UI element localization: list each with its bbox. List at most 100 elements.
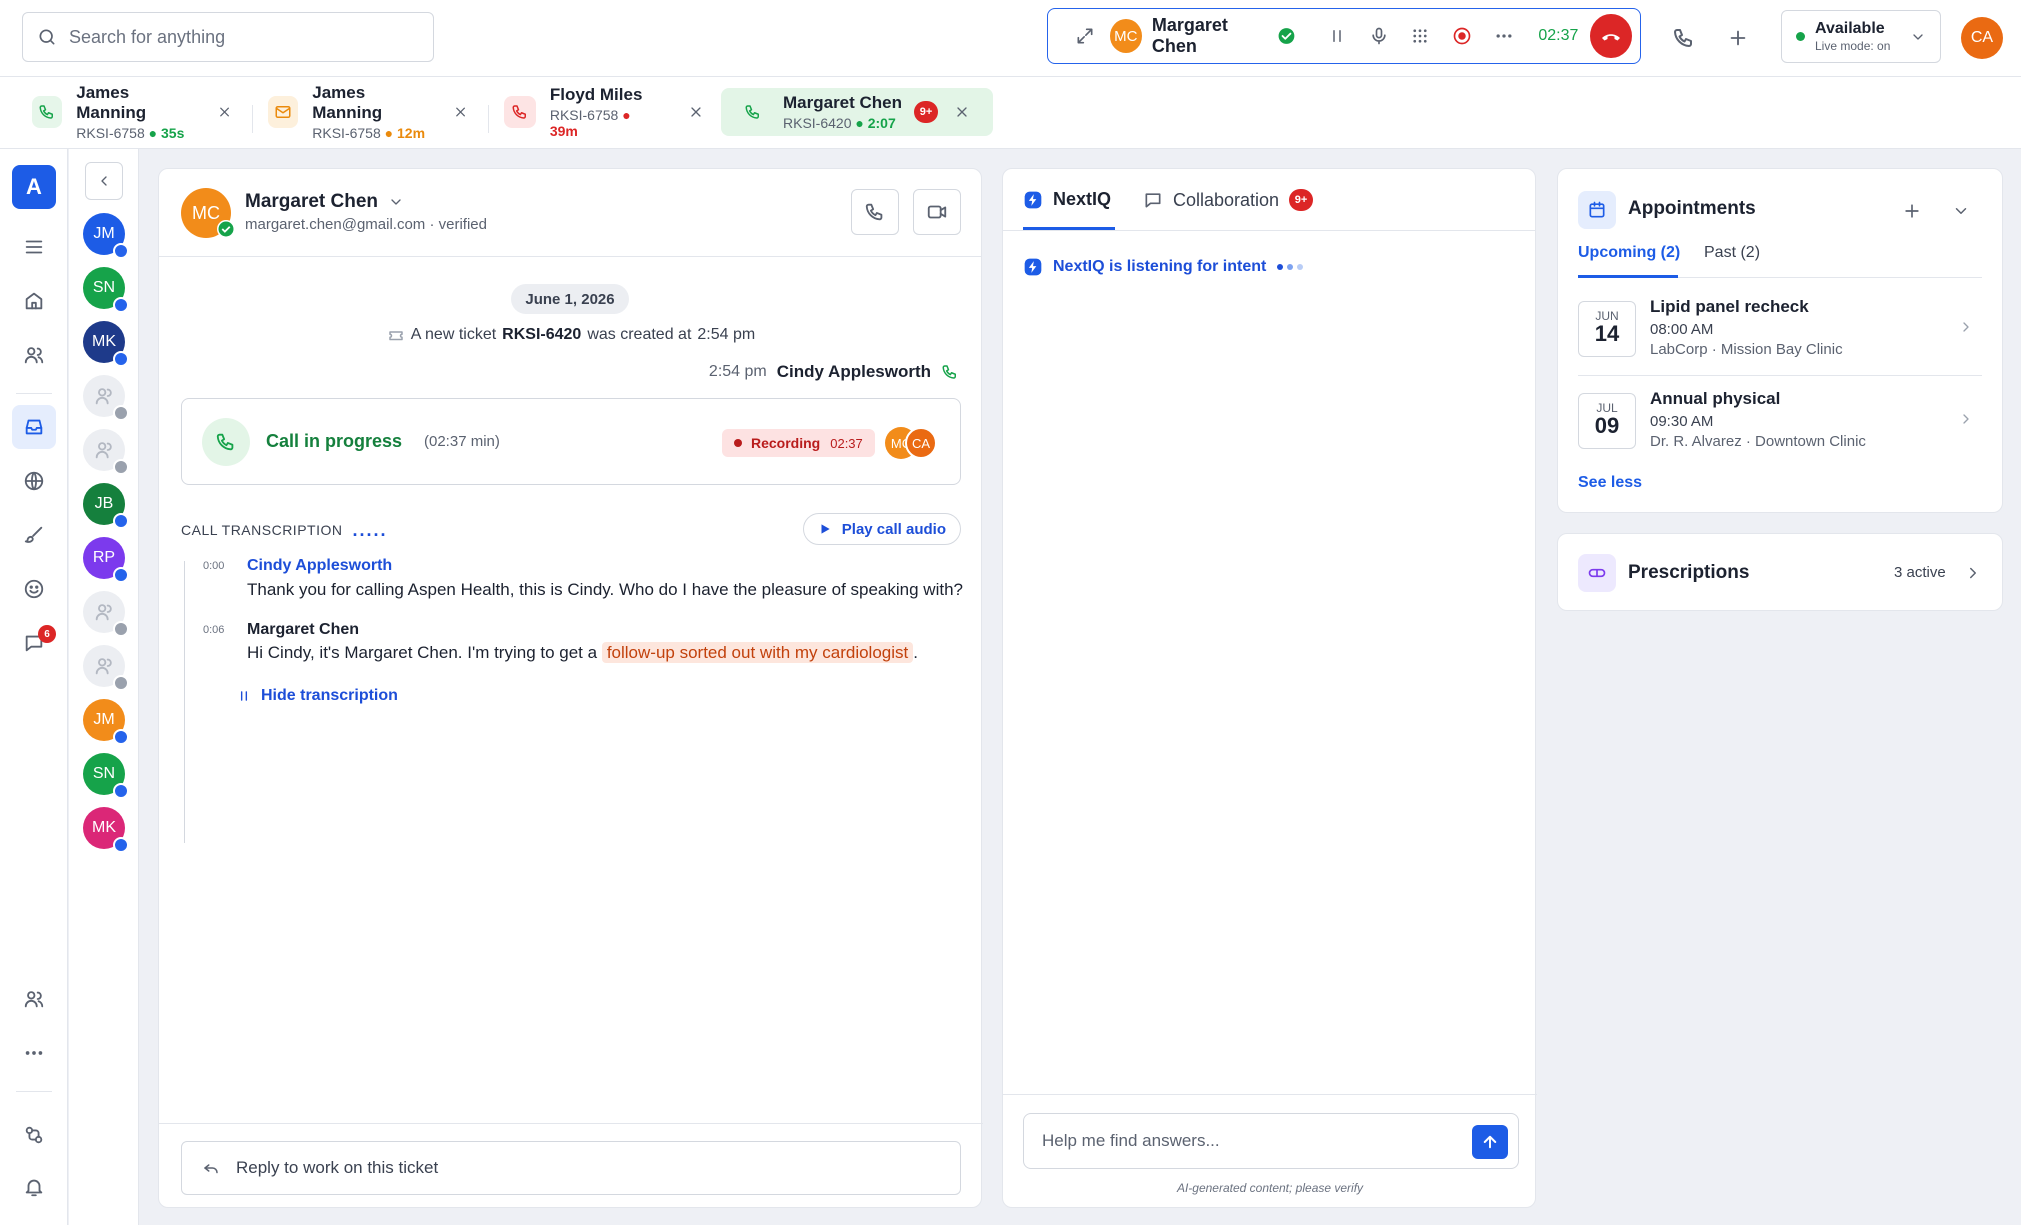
close-icon[interactable]	[954, 104, 970, 120]
tab-nextiq[interactable]: NextIQ	[1023, 189, 1111, 210]
conversation-avatar[interactable]: SN	[83, 267, 129, 313]
bolt-icon	[1024, 191, 1042, 208]
unassigned-avatar[interactable]	[83, 591, 129, 637]
intent-highlight[interactable]: follow-up sorted out with my cardiologis…	[601, 642, 914, 663]
appointment-date: JUN 14	[1578, 301, 1636, 357]
channel-badge	[113, 783, 129, 799]
conversation-avatar[interactable]: MK	[83, 321, 129, 367]
app-logo[interactable]: A	[12, 165, 56, 209]
listening-status: NextIQ is listening for intent	[1023, 257, 1306, 277]
nav-web[interactable]	[12, 459, 56, 503]
channel-badge	[113, 675, 129, 691]
conversation-avatar[interactable]: MK	[83, 807, 129, 853]
tab-past[interactable]: Past (2)	[1704, 244, 1760, 262]
nav-notifications[interactable]	[12, 1165, 56, 1209]
channel-badge	[113, 297, 129, 313]
nav-inbox[interactable]	[12, 405, 56, 449]
prescriptions-title: Prescriptions	[1628, 562, 1750, 583]
nav-contacts[interactable]	[12, 333, 56, 377]
dialer-button[interactable]	[1662, 16, 1706, 60]
date-separator: June 1, 2026	[511, 284, 629, 314]
session-tab[interactable]: James Manning RKSI-6758 ● 12m	[268, 83, 468, 141]
transcript-text: Thank you for calling Aspen Health, this…	[247, 580, 963, 599]
appointment-item[interactable]: JUL 09 Annual physical 09:30 AM Dr. R. A…	[1578, 385, 1982, 477]
conversation-avatar[interactable]: JM	[83, 699, 129, 745]
chevron-down-icon	[391, 199, 401, 205]
appointment-time: 09:30 AM	[1650, 413, 1714, 430]
nav-brush[interactable]	[12, 513, 56, 557]
keypad-button[interactable]	[1399, 14, 1441, 58]
ask-input[interactable]	[1042, 1131, 1462, 1151]
mute-button[interactable]	[1358, 14, 1400, 58]
collapse-button[interactable]	[85, 162, 123, 200]
hold-button[interactable]	[1316, 14, 1358, 58]
arrow-up-icon	[1483, 1135, 1497, 1149]
appointment-location: LabCorp · Mission Bay Clinic	[1650, 341, 1843, 358]
tab-text: James Manning RKSI-6758 ● 12m	[312, 83, 433, 141]
ticket-icon	[389, 331, 403, 341]
session-tab-active[interactable]: Margaret Chen RKSI-6420 ● 2:07 9+	[721, 88, 993, 136]
session-tabs: James Manning RKSI-6758 ● 35s James Mann…	[0, 77, 2021, 149]
channel-badge	[113, 837, 129, 853]
tab-text: James Manning RKSI-6758 ● 35s	[76, 83, 197, 141]
tab-channel	[504, 96, 536, 128]
nav-home[interactable]	[12, 279, 56, 323]
status-label: Available	[1815, 20, 1885, 37]
expand-icon[interactable]	[1064, 14, 1106, 58]
prescriptions-card[interactable]: Prescriptions 3 active	[1557, 533, 2003, 611]
see-less-link[interactable]: See less	[1578, 474, 1642, 492]
nav-feedback[interactable]	[12, 567, 56, 611]
unassigned-avatar[interactable]	[83, 429, 129, 475]
session-tab[interactable]: James Manning RKSI-6758 ● 35s	[32, 83, 232, 141]
reply-button[interactable]: Reply to work on this ticket	[181, 1141, 961, 1195]
conversation-avatar[interactable]: JB	[83, 483, 129, 529]
unassigned-avatar[interactable]	[83, 645, 129, 691]
appointment-item[interactable]: JUN 14 Lipid panel recheck 08:00 AM LabC…	[1578, 293, 1982, 385]
search-input[interactable]	[69, 26, 409, 48]
hangup-button[interactable]	[1590, 14, 1633, 58]
unassigned-avatar[interactable]	[83, 375, 129, 421]
session-tab[interactable]: Floyd Miles RKSI-6758 ● 39m	[504, 85, 704, 139]
transcript-rule	[184, 561, 185, 843]
call-contact-button[interactable]	[851, 189, 899, 235]
nav-integrations[interactable]	[12, 1113, 56, 1157]
video-call-button[interactable]	[913, 189, 961, 235]
prescriptions-count: 3 active	[1894, 564, 1946, 581]
nav-rail: A 6	[0, 149, 68, 1225]
hide-transcription-button[interactable]: Hide transcription	[237, 687, 398, 705]
conversation-avatar[interactable]: SN	[83, 753, 129, 799]
message-meta: 2:54 pm Cindy Applesworth	[709, 362, 959, 382]
close-icon[interactable]	[453, 104, 468, 120]
user-icon	[95, 388, 112, 405]
reply-icon	[204, 1164, 218, 1174]
record-button[interactable]	[1441, 14, 1483, 58]
add-button[interactable]	[1716, 16, 1760, 60]
close-icon[interactable]	[217, 104, 232, 120]
contact-name-row[interactable]: Margaret Chen	[245, 191, 404, 213]
user-avatar[interactable]: CA	[1961, 17, 2003, 59]
channel-badge	[113, 243, 129, 259]
plus-icon[interactable]	[1902, 201, 1922, 221]
message-time: 2:54 pm	[708, 363, 767, 380]
send-button[interactable]	[1472, 1125, 1508, 1159]
pause-icon	[1333, 30, 1341, 42]
nav-team[interactable]	[12, 977, 56, 1021]
channel-badge	[113, 621, 129, 637]
ask-box[interactable]	[1023, 1113, 1519, 1169]
availability-selector[interactable]: Available Live mode: on	[1781, 10, 1941, 63]
conversation-avatar[interactable]: RP	[83, 537, 129, 583]
nav-more[interactable]	[12, 1031, 56, 1075]
nav-chat[interactable]: 6	[12, 621, 56, 665]
ticket-created-event: A new ticket RKSI-6420 was created at 2:…	[159, 326, 983, 344]
conversation-avatar[interactable]: JM	[83, 213, 129, 259]
ticket-id-link[interactable]: RKSI-6420	[502, 326, 581, 344]
menu-button[interactable]	[12, 225, 56, 269]
play-audio-button[interactable]: Play call audio	[802, 513, 961, 545]
search-box[interactable]	[22, 12, 434, 62]
more-options-button[interactable]	[1483, 14, 1525, 58]
tab-collaboration[interactable]: Collaboration 9+	[1143, 189, 1314, 211]
chevron-down-icon[interactable]	[1952, 202, 1970, 220]
transcript-speaker[interactable]: Cindy Applesworth	[247, 557, 392, 575]
close-icon[interactable]	[688, 104, 704, 120]
tab-upcoming[interactable]: Upcoming (2)	[1578, 244, 1680, 262]
